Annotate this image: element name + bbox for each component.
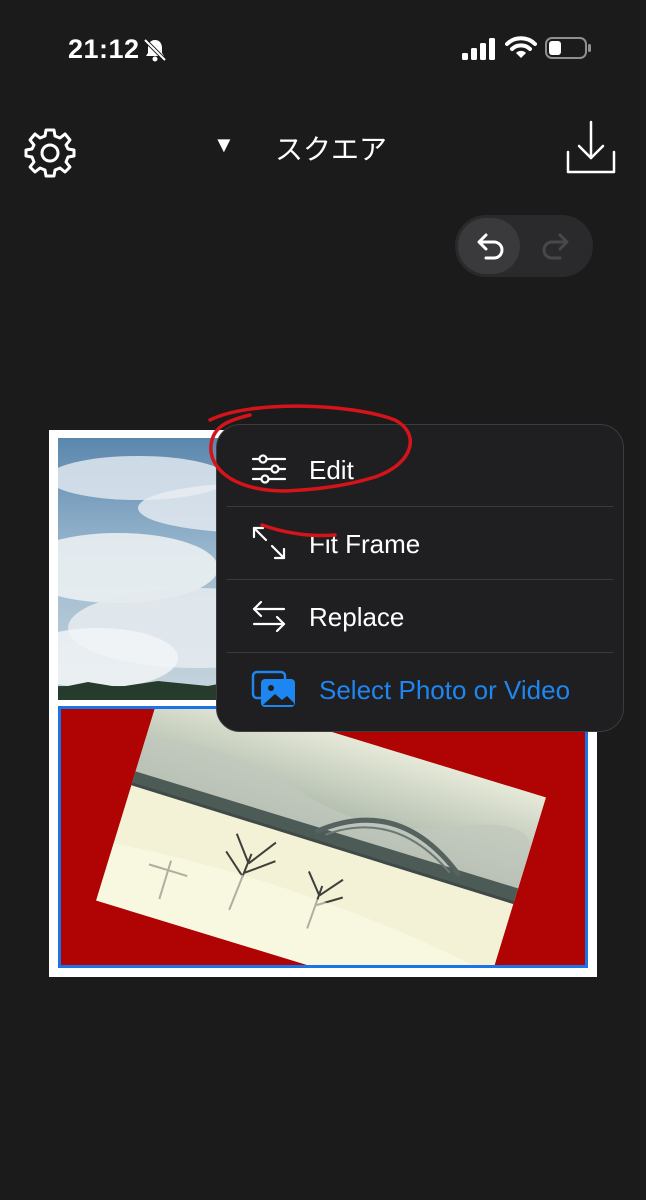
signal-icon [462,38,495,60]
menu-item-select-photo[interactable]: Select Photo or Video [217,653,623,725]
frame-type-title[interactable]: スクエア [275,128,387,168]
snow-bridge-photo-image [96,709,546,965]
menu-item-label: Replace [309,602,405,632]
menu-item-fit-frame[interactable]: Fit Frame [217,507,623,579]
status-time: 21:12 [68,34,140,64]
redo-button[interactable] [526,218,588,274]
undo-button[interactable] [458,218,520,274]
menu-item-edit[interactable]: Edit [217,433,623,505]
redo-icon [542,233,569,260]
sliders-icon [251,454,287,484]
menu-item-replace[interactable]: Replace [217,580,623,652]
wifi-icon [505,36,537,58]
expand-arrows-icon [252,526,286,560]
bell-slash-icon [143,38,167,62]
undo-icon [477,233,504,260]
menu-item-label: Select Photo or Video [319,675,571,705]
gear-icon[interactable] [24,126,76,178]
download-icon[interactable] [564,118,618,176]
menu-item-label: Edit [309,455,354,485]
battery-icon [545,37,591,59]
dropdown-arrow-icon[interactable]: ▼ [213,132,235,158]
swap-arrows-icon [252,600,286,633]
photos-icon [251,670,295,707]
photo-context-menu: Edit Fit Frame Replace Select Photo or V… [216,424,624,732]
photo-bottom-selected[interactable] [58,706,588,968]
menu-item-label: Fit Frame [309,529,421,559]
